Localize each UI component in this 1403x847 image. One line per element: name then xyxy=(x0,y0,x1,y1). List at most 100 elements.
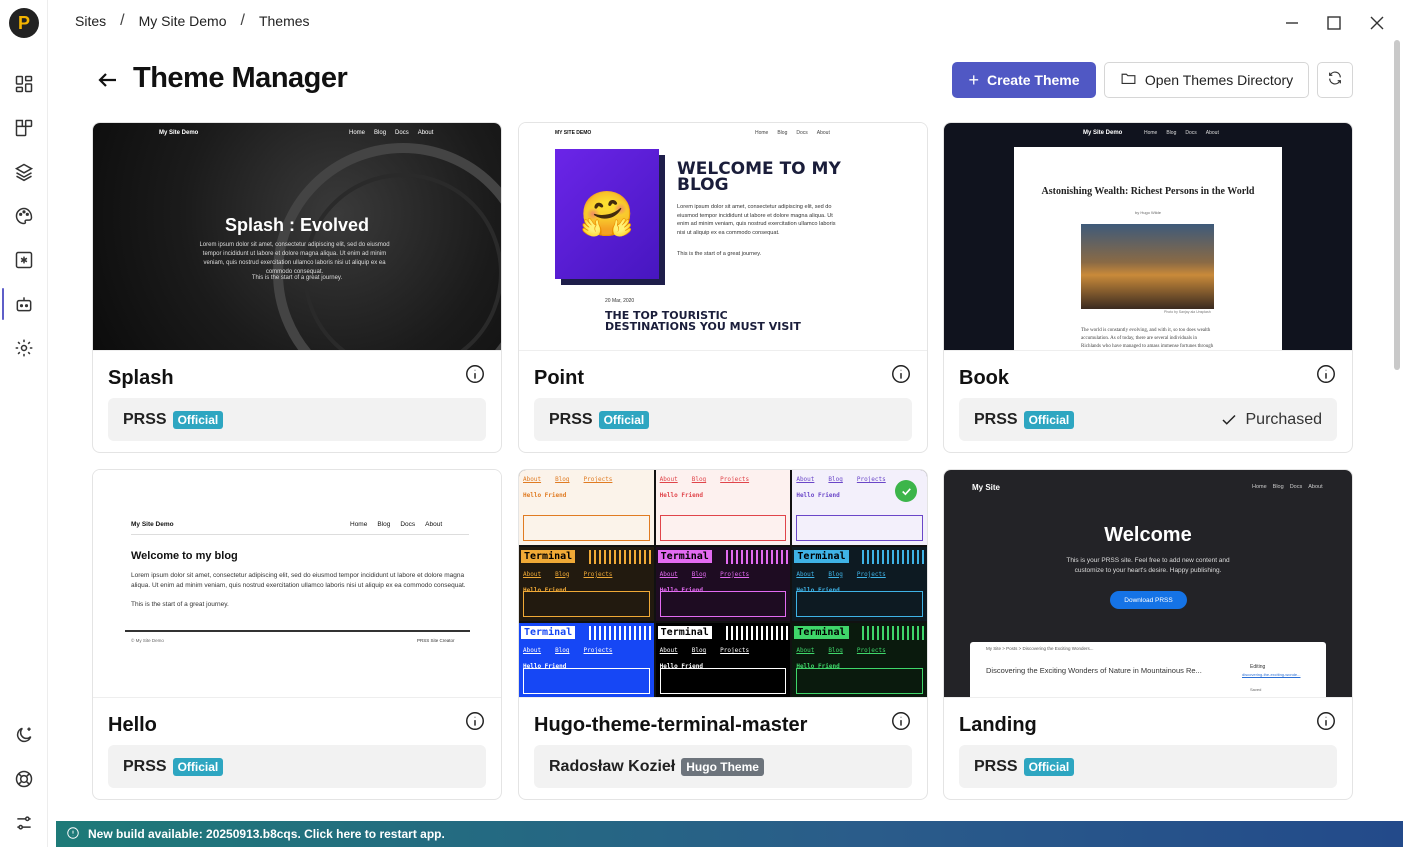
breadcrumb-site[interactable]: My Site Demo xyxy=(139,13,227,29)
palette-icon[interactable] xyxy=(12,204,36,228)
term-link: Projects xyxy=(720,476,750,483)
theme-card-splash[interactable]: My Site Demo Home Blog Docs About Splash… xyxy=(92,122,502,453)
term-link: About xyxy=(523,647,542,655)
term-badge: Terminal xyxy=(657,626,712,640)
asterisk-box-icon[interactable] xyxy=(12,248,36,272)
theme-preview-landing[interactable]: My Site Home Blog Docs About Welcome Thi… xyxy=(944,470,1352,698)
preview-body: The world is constantly evolving, and wi… xyxy=(1081,328,1214,349)
term-badge: Terminal xyxy=(521,626,576,640)
preview-download-button: Download PRSS xyxy=(1110,591,1187,609)
refresh-button[interactable] xyxy=(1317,62,1353,98)
term-box xyxy=(796,667,923,694)
preview-nav-item: Home xyxy=(755,130,769,136)
info-icon[interactable] xyxy=(890,710,912,732)
back-arrow-icon[interactable] xyxy=(94,66,122,94)
preview-footer: © My Site Demo xyxy=(131,638,164,643)
minimize-icon[interactable] xyxy=(1281,12,1303,34)
term-badge: Terminal xyxy=(794,549,849,563)
theme-author: PRSS xyxy=(974,757,1018,775)
open-themes-directory-button[interactable]: Open Themes Directory xyxy=(1104,62,1309,98)
preview-post-title: THE TOP TOURISTIC DESTINATIONS YOU MUST … xyxy=(605,309,801,333)
scrollbar[interactable] xyxy=(1394,40,1400,370)
theme-author-box: PRSS Official xyxy=(959,745,1337,788)
shot-title: Discovering the Exciting Wonders of Natu… xyxy=(986,666,1202,675)
info-icon[interactable] xyxy=(464,710,486,732)
theme-author: PRSS xyxy=(123,410,167,428)
theme-card-terminal[interactable]: About Blog Projects Hello Friend About Blog… xyxy=(518,469,928,800)
update-banner[interactable]: New build available: 20250913.b8cqs. Cli… xyxy=(56,821,1403,847)
term-bars xyxy=(862,549,925,564)
theme-card-book[interactable]: My Site Demo Home Blog Docs About Astoni… xyxy=(943,122,1353,453)
term-link: Projects xyxy=(856,476,886,483)
term-link: Projects xyxy=(583,570,613,578)
preview-nav: Home Blog Docs About xyxy=(755,130,830,136)
theme-author-box: PRSS Official xyxy=(534,398,912,441)
term-bars xyxy=(862,626,925,641)
breadcrumb-themes[interactable]: Themes xyxy=(259,13,310,29)
preview-divider xyxy=(131,534,469,535)
term-link: Projects xyxy=(720,647,750,655)
theme-preview-splash[interactable]: My Site Demo Home Blog Docs About Splash… xyxy=(93,123,501,351)
breadcrumb-separator: / xyxy=(120,12,125,29)
preview-nav-item: Docs xyxy=(1289,484,1303,490)
term-link: About xyxy=(659,647,678,655)
term-link: Blog xyxy=(691,570,707,578)
theme-name: Book xyxy=(959,367,1009,389)
app-logo[interactable]: P xyxy=(9,8,39,38)
terminal-variant-light-red: About Blog Projects Hello Friend xyxy=(655,470,791,545)
term-link: Projects xyxy=(856,570,886,578)
info-icon[interactable] xyxy=(1315,363,1337,385)
preview-nav-item: Home xyxy=(1252,484,1267,490)
layers-icon[interactable] xyxy=(12,160,36,184)
theme-preview-point[interactable]: MY SITE DEMO Home Blog Docs About 🤗 WELC… xyxy=(519,123,927,351)
create-theme-button[interactable]: + Create Theme xyxy=(952,62,1096,98)
theme-card-landing[interactable]: My Site Home Blog Docs About Welcome Thi… xyxy=(943,469,1353,800)
robot-icon[interactable] xyxy=(12,292,36,316)
preview-footer-rule xyxy=(125,630,470,632)
term-bars xyxy=(589,626,652,641)
theme-name: Landing xyxy=(959,714,1037,736)
blocks-icon[interactable] xyxy=(12,116,36,140)
term-box xyxy=(523,514,650,541)
sliders-icon[interactable] xyxy=(12,811,36,835)
preview-nav-item: Docs xyxy=(400,521,416,528)
theme-name: Hugo-theme-terminal-master xyxy=(534,714,808,736)
preview-nav-item: Home xyxy=(1144,130,1158,136)
preview-byline: by Hugo Wilde xyxy=(1134,210,1161,215)
term-link: Blog xyxy=(828,647,843,655)
theme-preview-hello[interactable]: My Site Demo Home Blog Docs About Welcom… xyxy=(93,470,501,698)
term-hello: Hello Friend xyxy=(523,492,567,499)
purchased-label: Purchased xyxy=(1245,410,1323,428)
term-link: Projects xyxy=(720,570,750,578)
dashboard-icon[interactable] xyxy=(12,72,36,96)
preview-nav-item: Blog xyxy=(374,130,387,136)
theme-card-point[interactable]: MY SITE DEMO Home Blog Docs About 🤗 WELC… xyxy=(518,122,928,453)
term-link: Blog xyxy=(691,476,707,483)
info-icon[interactable] xyxy=(1315,710,1337,732)
maximize-icon[interactable] xyxy=(1323,12,1345,34)
preview-nav-item: Blog xyxy=(777,130,788,136)
preview-site-name: My Site Demo xyxy=(1083,130,1123,136)
sidebar: P xyxy=(0,0,48,847)
breadcrumb-sites[interactable]: Sites xyxy=(75,13,106,29)
help-lifebuoy-icon[interactable] xyxy=(12,767,36,791)
term-badge: Terminal xyxy=(657,549,712,563)
preview-heading: Welcome to my blog xyxy=(131,550,238,562)
settings-gear-icon[interactable] xyxy=(12,336,36,360)
preview-nav-item: About xyxy=(1205,130,1219,136)
term-link: About xyxy=(659,476,678,483)
refresh-icon xyxy=(1327,70,1343,91)
preview-nav-item: Home xyxy=(349,130,366,136)
info-icon[interactable] xyxy=(890,363,912,385)
preview-nav: Home Blog Docs About xyxy=(350,521,442,528)
preview-credit: PRSS Site Creator xyxy=(417,638,455,643)
theme-preview-book[interactable]: My Site Demo Home Blog Docs About Astoni… xyxy=(944,123,1352,351)
folder-icon xyxy=(1120,70,1137,90)
preview-body: Lorem ipsum dolor sit amet, consectetur … xyxy=(199,242,390,275)
preview-heading: Astonishing Wealth: Richest Persons in t… xyxy=(1041,186,1255,197)
info-icon[interactable] xyxy=(464,363,486,385)
theme-card-hello[interactable]: My Site Demo Home Blog Docs About Welcom… xyxy=(92,469,502,800)
theme-preview-terminal[interactable]: About Blog Projects Hello Friend About Blog… xyxy=(519,470,927,698)
dark-mode-icon[interactable] xyxy=(12,723,36,747)
close-icon[interactable] xyxy=(1366,12,1388,34)
